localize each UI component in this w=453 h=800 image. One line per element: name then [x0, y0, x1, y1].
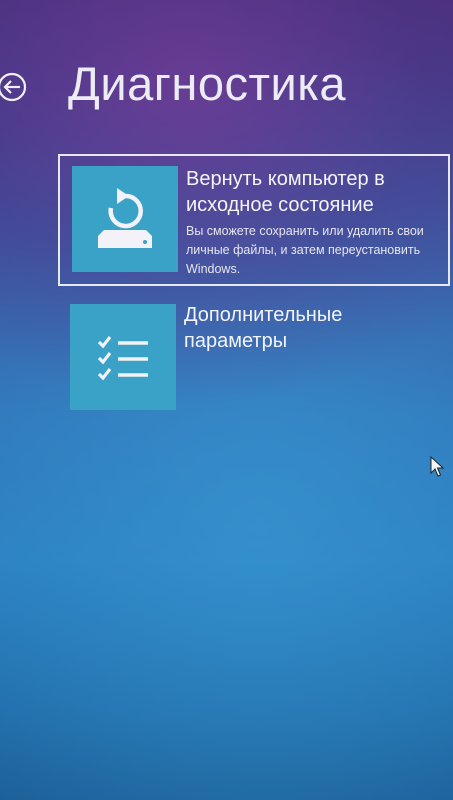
back-button[interactable]	[0, 70, 34, 104]
reset-pc-option[interactable]: Вернуть компьютер в исходное состояние В…	[58, 154, 450, 286]
reset-pc-title: Вернуть компьютер в исходное состояние	[186, 168, 385, 216]
reset-pc-text: Вернуть компьютер в исходное состояние В…	[186, 166, 442, 279]
reset-refresh-icon	[98, 188, 152, 248]
mouse-pointer-icon	[430, 456, 445, 477]
back-arrow-circle-icon	[0, 72, 27, 102]
page-title: Диагностика	[68, 57, 346, 110]
advanced-options-option[interactable]: Дополнительные параметры	[58, 294, 450, 418]
advanced-options-text: Дополнительные параметры	[184, 302, 444, 354]
advanced-options-tile	[70, 304, 176, 410]
advanced-options-title: Дополнительные параметры	[184, 304, 343, 352]
diagnostics-screen: Диагностика Вернуть компьютер в исходное…	[0, 0, 453, 800]
checklist-icon	[97, 336, 148, 381]
reset-pc-tile	[72, 166, 178, 272]
reset-pc-description: Вы сможете сохранить или удалить свои ли…	[186, 224, 424, 276]
